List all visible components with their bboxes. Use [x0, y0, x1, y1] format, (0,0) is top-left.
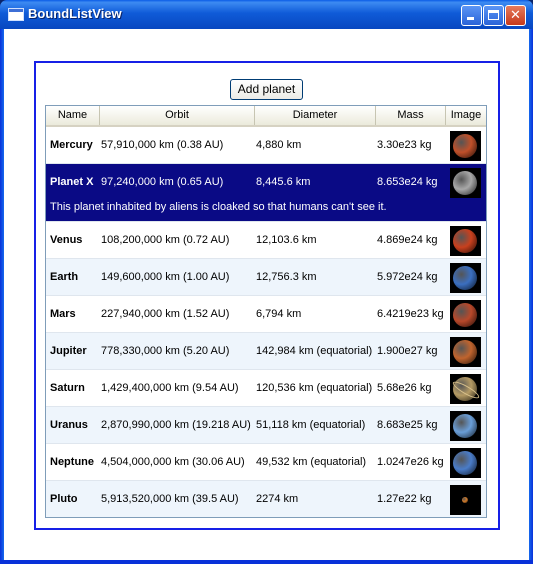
planet-orbit: 1,429,400,000 km (9.54 AU)	[101, 382, 239, 394]
planet-sphere	[453, 266, 477, 290]
window-frame-bottom	[0, 560, 533, 564]
planet-sphere	[453, 171, 477, 195]
title-bar[interactable]: BoundListView ✕	[0, 0, 533, 29]
planet-mass: 8.683e25 kg	[377, 419, 438, 431]
planet-sphere	[453, 229, 477, 253]
window-icon	[8, 8, 24, 21]
table-row[interactable]: Pluto 5,913,520,000 km (39.5 AU) 2274 km 1.…	[46, 481, 486, 517]
planet-name: Jupiter	[50, 345, 87, 357]
planet-diameter: 4,880 km	[256, 139, 302, 151]
planet-mass: 5.68e26 kg	[377, 382, 432, 394]
planet-list-view[interactable]: Name Orbit Diameter Mass Image Mercury 57…	[45, 105, 487, 518]
column-header-diameter[interactable]: Diameter	[255, 106, 376, 125]
planet-mass: 1.900e27 kg	[377, 345, 438, 357]
planet-orbit: 5,913,520,000 km (39.5 AU)	[101, 493, 239, 505]
earth-icon	[450, 263, 481, 293]
mars-icon	[450, 300, 481, 330]
table-row[interactable]: Planet X 97,240,000 km (0.65 AU) 8,445.6 k…	[46, 164, 486, 222]
planet-mass: 6.4219e23 kg	[377, 308, 444, 320]
planet-name: Saturn	[50, 382, 85, 394]
planet-name: Uranus	[50, 419, 88, 431]
planet-name: Mars	[50, 308, 76, 320]
planet-mass: 3.30e23 kg	[377, 139, 432, 151]
planet-mass: 5.972e24 kg	[377, 271, 438, 283]
column-header-name[interactable]: Name	[46, 106, 100, 125]
planet-mass: 4.869e24 kg	[377, 234, 438, 246]
planet-name: Neptune	[50, 456, 94, 468]
list-header: Name Orbit Diameter Mass Image	[46, 106, 486, 127]
table-row[interactable]: Uranus 2,870,990,000 km (19.218 AU) 51,118…	[46, 407, 486, 444]
planet-diameter: 142,984 km (equatorial)	[256, 345, 373, 357]
pluto-icon	[450, 485, 481, 515]
planet-diameter: 12,103.6 km	[256, 234, 317, 246]
add-planet-button[interactable]: Add planet	[230, 79, 303, 100]
maximize-button[interactable]	[483, 5, 504, 26]
planet-description: This planet inhabited by aliens is cloak…	[50, 201, 387, 213]
planet-sphere	[453, 414, 477, 438]
neptune-icon	[450, 448, 481, 478]
table-row[interactable]: Venus 108,200,000 km (0.72 AU) 12,103.6 km…	[46, 222, 486, 259]
window-frame-right	[529, 29, 533, 564]
planet-name: Earth	[50, 271, 79, 283]
planet-orbit: 4,504,000,000 km (30.06 AU)	[101, 456, 245, 468]
saturn-icon	[450, 374, 481, 404]
planet-name: Venus	[50, 234, 83, 246]
planet-diameter: 2274 km	[256, 493, 299, 505]
table-row[interactable]: Saturn 1,429,400,000 km (9.54 AU) 120,536 …	[46, 370, 486, 407]
planet-mass: 1.0247e26 kg	[377, 456, 444, 468]
jupiter-icon	[450, 337, 481, 367]
table-row[interactable]: Mars 227,940,000 km (1.52 AU) 6,794 km 6.42…	[46, 296, 486, 333]
mercury-icon	[450, 131, 481, 161]
planet-orbit: 778,330,000 km (5.20 AU)	[101, 345, 230, 357]
planet-mass: 8.653e24 kg	[377, 176, 438, 188]
planet-orbit: 57,910,000 km (0.38 AU)	[101, 139, 224, 151]
planet-diameter: 120,536 km (equatorial)	[256, 382, 373, 394]
column-header-mass[interactable]: Mass	[376, 106, 446, 125]
table-row[interactable]: Jupiter 778,330,000 km (5.20 AU) 142,984 k…	[46, 333, 486, 370]
planet-sphere	[453, 134, 477, 158]
column-header-orbit[interactable]: Orbit	[100, 106, 255, 125]
planet-mass: 1.27e22 kg	[377, 493, 432, 505]
planet-diameter: 8,445.6 km	[256, 176, 311, 188]
planet-orbit: 149,600,000 km (1.00 AU)	[101, 271, 230, 283]
table-row[interactable]: Earth 149,600,000 km (1.00 AU) 12,756.3 km…	[46, 259, 486, 296]
planet-orbit: 227,940,000 km (1.52 AU)	[101, 308, 230, 320]
close-button[interactable]: ✕	[505, 5, 526, 26]
app-window: BoundListView ✕ Add planet Name Orbit Di…	[0, 0, 533, 564]
planet-diameter: 12,756.3 km	[256, 271, 317, 283]
close-icon: ✕	[510, 8, 521, 23]
column-header-image[interactable]: Image	[446, 106, 486, 125]
planet-name: Pluto	[50, 493, 78, 505]
window-title: BoundListView	[28, 6, 122, 21]
minimize-icon	[467, 17, 474, 20]
minimize-button[interactable]	[461, 5, 482, 26]
planet-sphere	[453, 303, 477, 327]
planet-name: Mercury	[50, 139, 93, 151]
planet-diameter: 51,118 km (equatorial)	[256, 419, 366, 431]
table-row[interactable]: Mercury 57,910,000 km (0.38 AU) 4,880 km 3.…	[46, 127, 486, 164]
planet-orbit: 2,870,990,000 km (19.218 AU)	[101, 419, 251, 431]
planet-sphere	[453, 451, 477, 475]
uranus-icon	[450, 411, 481, 441]
maximize-icon	[488, 10, 499, 20]
planet-diameter: 49,532 km (equatorial)	[256, 456, 367, 468]
planet-x-icon	[450, 168, 481, 198]
planet-sphere	[453, 340, 477, 364]
venus-icon	[450, 226, 481, 256]
planet-diameter: 6,794 km	[256, 308, 302, 320]
planet-name: Planet X	[50, 176, 94, 188]
planet-sphere	[462, 497, 468, 503]
table-row[interactable]: Neptune 4,504,000,000 km (30.06 AU) 49,532…	[46, 444, 486, 481]
planet-orbit: 108,200,000 km (0.72 AU)	[101, 234, 230, 246]
planet-orbit: 97,240,000 km (0.65 AU)	[101, 176, 224, 188]
list-rows: Mercury 57,910,000 km (0.38 AU) 4,880 km 3.…	[46, 127, 486, 517]
